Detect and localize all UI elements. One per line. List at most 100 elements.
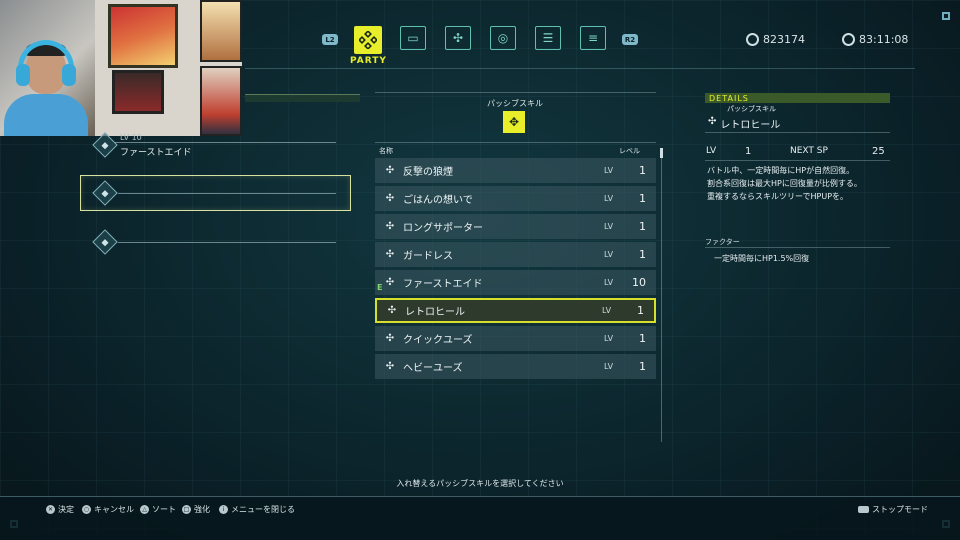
- skill-lv-label: LV: [604, 278, 614, 287]
- l2-button[interactable]: L2: [322, 34, 338, 45]
- skill-lv-label: LV: [602, 306, 612, 315]
- wall-poster: [112, 70, 164, 114]
- skill-lv-label: LV: [604, 166, 614, 175]
- passive-skill-icon: ✣: [385, 193, 395, 204]
- hint-upgrade[interactable]: □ 強化: [182, 504, 210, 515]
- hint-confirm[interactable]: ✕ 決定: [46, 504, 74, 515]
- skill-lv-value: 10: [632, 276, 646, 289]
- skill-lv-label: LV: [604, 362, 614, 371]
- slot-panel-header: [245, 94, 360, 102]
- wall-poster: [200, 0, 242, 62]
- touchpad-icon: [858, 506, 869, 513]
- skill-lv-value: 1: [639, 192, 646, 205]
- skill-name: ガードレス: [403, 251, 453, 262]
- skill-lv-value: 1: [639, 220, 646, 233]
- bottom-bar: [0, 496, 960, 540]
- skill-row[interactable]: ✣ クイックユーズ LV 1: [375, 326, 656, 351]
- equipped-marker: E: [377, 283, 383, 292]
- cross-button-icon: ✕: [46, 505, 55, 514]
- desc-line: 重複するならスキルツリーでHPUPを。: [707, 192, 849, 201]
- passive-skill-icon: ✣: [387, 305, 397, 316]
- tab-materia[interactable]: ◎: [490, 26, 516, 50]
- slot-1-name[interactable]: ファーストエイド: [120, 145, 192, 158]
- skill-name: レトロヒール: [405, 307, 465, 318]
- detail-skill-title: ✣ レトロヒール: [708, 116, 780, 131]
- detail-lv-value: 1: [745, 146, 752, 157]
- skill-name: 反撃の狼煙: [403, 167, 453, 178]
- factor-text: 一定時間毎にHP1.5%回復: [714, 254, 810, 263]
- gil-value: 823174: [763, 33, 805, 46]
- skill-lv-label: LV: [604, 194, 614, 203]
- hint-stop-mode[interactable]: ストップモード: [858, 504, 928, 515]
- details-title: DETAILS: [709, 93, 749, 103]
- skill-row[interactable]: ✣ ファーストエイド LV 10: [375, 270, 656, 295]
- hint-sort[interactable]: △ ソート: [140, 504, 176, 515]
- tab-tree[interactable]: ✣: [445, 26, 471, 50]
- hint-label: ソート: [152, 505, 176, 514]
- skill-name: ごはんの想いで: [403, 195, 473, 206]
- passive-skill-icon: ✣: [385, 165, 395, 176]
- triangle-button-icon: △: [140, 505, 149, 514]
- skill-row[interactable]: ✣ ロングサポーター LV 1: [375, 214, 656, 239]
- skill-lv-label: LV: [604, 250, 614, 259]
- gil-icon: [746, 33, 759, 46]
- col-level-header: レベル: [619, 147, 640, 155]
- skill-name: ファーストエイド: [403, 279, 483, 290]
- center-top-line: [375, 92, 656, 93]
- detail-next-sp-label: NEXT SP: [790, 146, 828, 156]
- gil-counter: 823174: [746, 33, 805, 46]
- tab-party-label: PARTY: [350, 56, 387, 66]
- headset-cup: [62, 64, 76, 86]
- scrollbar-thumb[interactable]: [660, 148, 663, 158]
- hint-label: 決定: [58, 505, 74, 514]
- info-button-icon: i: [219, 505, 228, 514]
- materia-icon: ◎: [497, 31, 509, 45]
- wall-poster: [108, 4, 178, 68]
- settings-icon: ≡: [587, 31, 599, 45]
- section-title: パッシブスキル: [487, 99, 543, 108]
- slot-2-line: [118, 193, 336, 194]
- tab-list[interactable]: ☰: [535, 26, 561, 50]
- skill-lv-value: 1: [639, 360, 646, 373]
- details-divider: [705, 132, 890, 133]
- skill-lv-label: LV: [604, 222, 614, 231]
- center-mid-line: [375, 142, 656, 143]
- square-button-icon: □: [182, 505, 191, 514]
- scrollbar-track[interactable]: [661, 148, 662, 442]
- hint-close-menu[interactable]: i メニューを閉じる: [219, 504, 295, 515]
- detail-description: バトル中、一定時間毎にHPが自然回復。 割合系回復は最大HPに回復量が比例する。…: [707, 164, 892, 203]
- hint-label: ストップモード: [872, 505, 928, 514]
- desc-line: バトル中、一定時間毎にHPが自然回復。: [707, 166, 855, 175]
- streamer-shirt: [4, 94, 88, 136]
- slot-3-diamond[interactable]: [92, 229, 118, 255]
- passive-skill-icon: ✣: [385, 221, 395, 232]
- clock-icon: [842, 33, 855, 46]
- hint-label: 強化: [194, 505, 210, 514]
- passive-skill-icon: ✣: [385, 333, 395, 344]
- slot-1-level: LV 10: [120, 133, 142, 142]
- skill-row[interactable]: ✣ ガードレス LV 1: [375, 242, 656, 267]
- playtime-value: 83:11:08: [859, 33, 909, 46]
- factor-divider: [705, 247, 890, 248]
- skill-lv-value: 1: [639, 248, 646, 261]
- playtime: 83:11:08: [842, 33, 908, 46]
- skill-row[interactable]: ✣ ごはんの想いで LV 1: [375, 186, 656, 211]
- tab-card[interactable]: ▭: [400, 26, 426, 50]
- headset-cup: [16, 64, 30, 86]
- streamer: [4, 34, 88, 136]
- tab-party[interactable]: [354, 26, 382, 54]
- slot-3-line: [118, 242, 336, 243]
- skill-lv-value: 1: [639, 332, 646, 345]
- skill-row[interactable]: ✣ 反撃の狼煙 LV 1: [375, 158, 656, 183]
- passive-skill-icon: ✣: [385, 361, 395, 372]
- r2-button[interactable]: R2: [622, 34, 638, 45]
- sparkle-icon: ✣: [708, 116, 717, 127]
- detail-lv-label: LV: [706, 146, 717, 156]
- skill-row[interactable]: ✣ ヘビーユーズ LV 1: [375, 354, 656, 379]
- skill-name: ヘビーユーズ: [403, 363, 463, 374]
- skill-row[interactable]: ✣ レトロヒール LV 1: [375, 298, 656, 323]
- hint-cancel[interactable]: ○ キャンセル: [82, 504, 134, 515]
- passive-skill-icon: ✥: [503, 111, 525, 133]
- skill-lv-value: 1: [637, 304, 644, 317]
- tab-settings[interactable]: ≡: [580, 26, 606, 50]
